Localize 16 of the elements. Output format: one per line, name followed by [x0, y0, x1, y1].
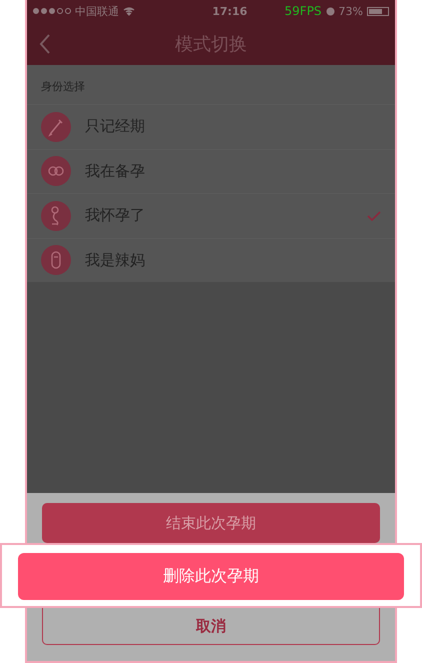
end-pregnancy-button[interactable]: 结束此次孕期: [42, 503, 380, 543]
carrier-label: 中国联通: [75, 4, 119, 18]
delete-pregnancy-button[interactable]: 删除此次孕期: [18, 553, 404, 600]
signal-icon: [33, 8, 71, 14]
cancel-button[interactable]: 取消: [42, 608, 380, 645]
battery-percent: 73%: [338, 4, 363, 18]
fps-counter: 59FPS: [284, 4, 322, 18]
back-icon[interactable]: [39, 34, 51, 54]
pen-icon: [41, 112, 71, 142]
rings-icon: [41, 156, 71, 186]
clock-time: 17:16: [211, 4, 248, 18]
bottle-icon: [41, 245, 71, 276]
figure-icon: [41, 200, 71, 231]
checkmark-icon: [367, 210, 381, 221]
wifi-icon: [123, 6, 135, 16]
battery-icon: [367, 6, 389, 16]
